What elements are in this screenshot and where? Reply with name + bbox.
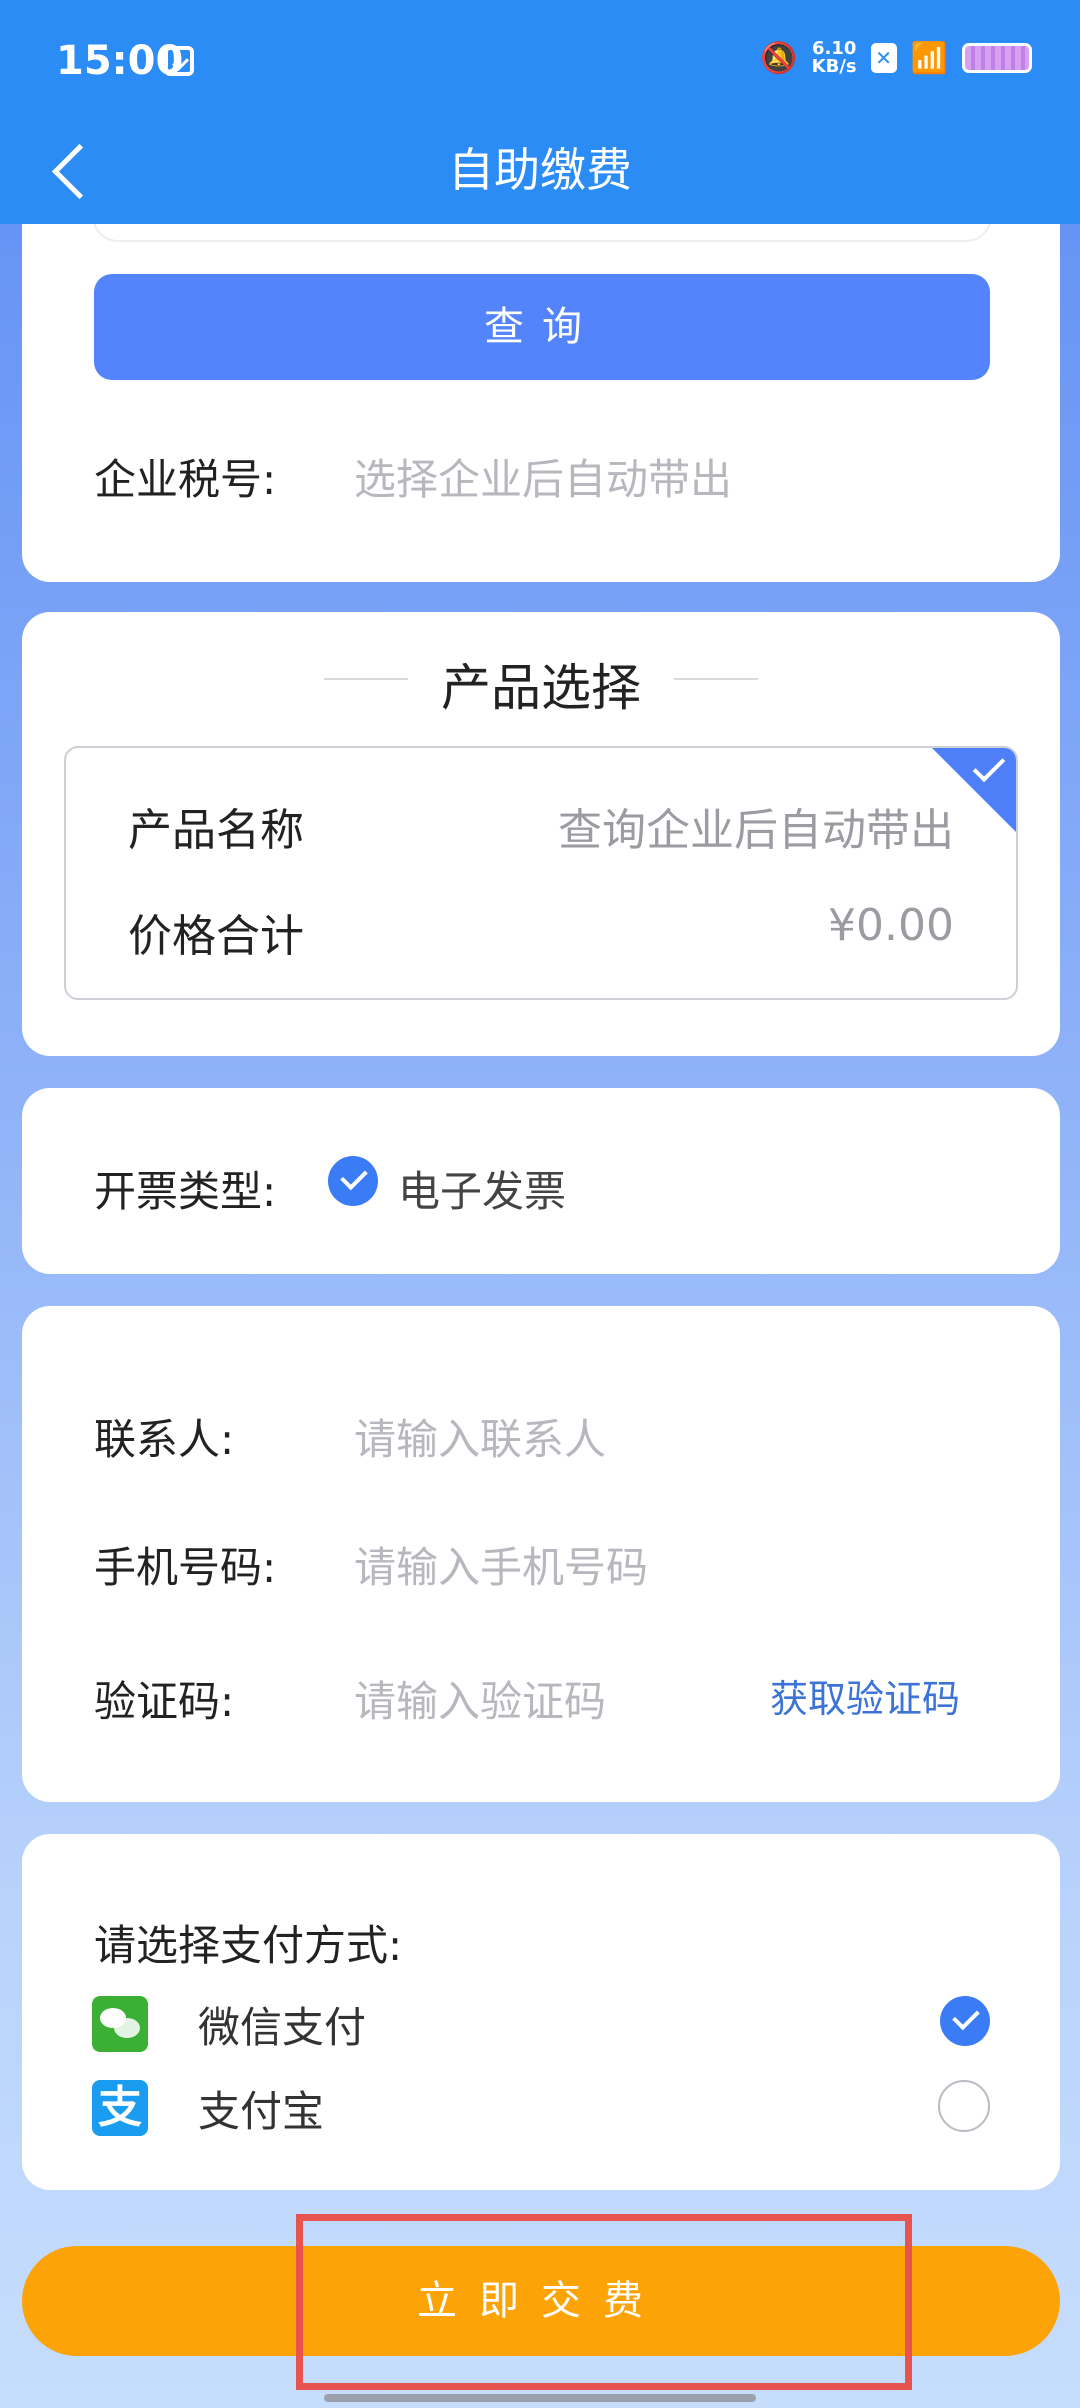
highlight-box (296, 2214, 912, 2390)
verify-code-label: 验证码: (94, 1677, 235, 1726)
product-name-label: 产品名称 (128, 805, 304, 856)
company-card: 查询 企业税号: 选择企业后自动带出 (22, 190, 1060, 582)
status-bar: 15:00 🔕 6.10 KB/s ✕ 📶 (0, 0, 1080, 124)
payment-option-alipay[interactable]: 支付宝 (198, 2078, 324, 2139)
contact-card: 联系人: 请输入联系人 手机号码: 请输入手机号码 验证码: 请输入验证码 获取… (22, 1306, 1060, 1802)
payment-title: 请选择支付方式: (94, 1921, 403, 1970)
net-speed: 6.10 KB/s (812, 40, 857, 76)
invoice-option-electronic[interactable]: 电子发票 (398, 1158, 566, 1219)
contact-name-label: 联系人: (94, 1415, 235, 1464)
payment-card: 请选择支付方式: 微信支付 支 支付宝 (22, 1834, 1060, 2190)
phone-label: 手机号码: (94, 1543, 277, 1592)
alipay-icon: 支 (92, 2080, 148, 2136)
battery-icon (962, 43, 1032, 73)
contact-name-input[interactable]: 请输入联系人 (354, 1406, 606, 1467)
invoice-card: 开票类型: 电子发票 (22, 1088, 1060, 1274)
price-total-value: ¥0.00 (828, 900, 954, 951)
payment-option-wechat[interactable]: 微信支付 (198, 1994, 366, 2055)
status-icons: 🔕 6.10 KB/s ✕ 📶 (760, 40, 1032, 76)
product-option[interactable]: 产品名称 查询企业后自动带出 价格合计 ¥0.00 (64, 746, 1018, 1000)
home-indicator (324, 2394, 756, 2402)
title-divider-right (674, 678, 758, 680)
alipay-radio[interactable] (938, 2080, 990, 2132)
invoice-type-label: 开票类型: (94, 1167, 277, 1216)
query-button[interactable]: 查询 (94, 274, 990, 380)
wechat-selected-icon[interactable] (940, 1996, 990, 2046)
product-name-value: 查询企业后自动带出 (558, 805, 954, 856)
nav-bar: 自助缴费 (0, 124, 1080, 224)
calendar-icon (164, 46, 194, 76)
x-box-icon: ✕ (870, 43, 897, 73)
wechat-pay-icon (92, 1996, 148, 2052)
get-code-button[interactable]: 获取验证码 (770, 1668, 960, 1723)
top-bar: 15:00 🔕 6.10 KB/s ✕ 📶 自助缴费 (0, 0, 1080, 224)
tax-id-label: 企业税号: (94, 455, 277, 504)
price-total-label: 价格合计 (128, 911, 304, 962)
section-title: 产品选择 (441, 659, 641, 717)
net-speed-unit: KB/s (811, 56, 857, 77)
bell-mute-icon: 🔕 (760, 40, 798, 76)
page-title: 自助缴费 (448, 143, 632, 197)
product-card: 产品选择 产品名称 查询企业后自动带出 价格合计 ¥0.00 (22, 612, 1060, 1056)
tax-id-value: 选择企业后自动带出 (354, 455, 733, 504)
wifi-icon: 📶 (910, 40, 948, 76)
phone-input[interactable]: 请输入手机号码 (354, 1534, 648, 1595)
check-circle-icon[interactable] (328, 1156, 378, 1206)
verify-code-input[interactable]: 请输入验证码 (354, 1668, 606, 1729)
